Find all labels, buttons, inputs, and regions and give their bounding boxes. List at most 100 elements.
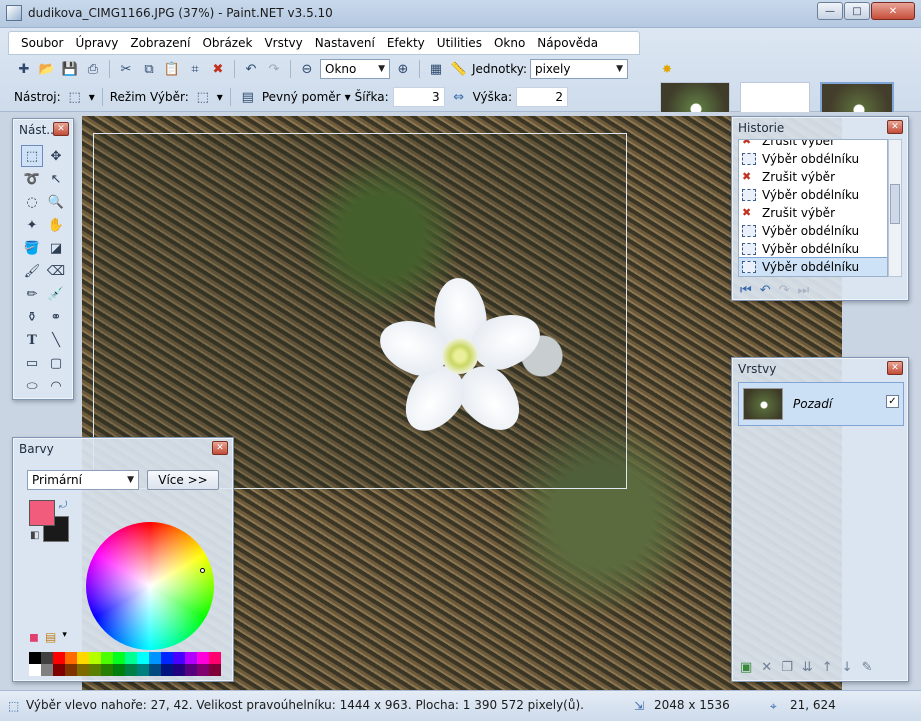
reset-colors-icon[interactable]: ◧ bbox=[30, 530, 39, 541]
palette-swatch[interactable] bbox=[113, 664, 125, 676]
menu-nastaveni[interactable]: Nastavení bbox=[309, 34, 381, 52]
freeform-shape-tool-icon[interactable]: ◠ bbox=[45, 375, 67, 397]
menu-upravy[interactable]: Úpravy bbox=[69, 34, 124, 52]
chevron-down-icon[interactable]: ▾ bbox=[62, 630, 67, 644]
paintbrush-tool-icon[interactable]: 🖌 bbox=[21, 260, 43, 282]
eraser-tool-icon[interactable]: ⌫ bbox=[45, 260, 67, 282]
cut-icon[interactable]: ✂ bbox=[116, 59, 136, 79]
pan-tool-icon[interactable]: ✋ bbox=[45, 214, 67, 236]
colors-panel-close-button[interactable]: ✕ bbox=[212, 441, 228, 455]
palette-swatch[interactable] bbox=[101, 664, 113, 676]
paint-bucket-tool-icon[interactable]: 🪣 bbox=[21, 237, 43, 259]
palette-menu-icon[interactable]: ▤ bbox=[45, 630, 56, 644]
print-icon[interactable]: ⎙ bbox=[83, 59, 103, 79]
history-item[interactable]: ✖ Zrušit výběr bbox=[739, 204, 887, 222]
rect-select-tool-icon[interactable]: ⬚ bbox=[21, 145, 43, 167]
ratio-dropdown-arrow[interactable]: ▾ bbox=[345, 90, 351, 104]
palette-swatch[interactable] bbox=[77, 652, 89, 664]
palette-swatch[interactable] bbox=[89, 652, 101, 664]
copy-icon[interactable]: ⧉ bbox=[139, 59, 159, 79]
zoom-tool-icon[interactable]: 🔍 bbox=[45, 191, 67, 213]
deselect-icon[interactable]: ✖ bbox=[208, 59, 228, 79]
palette-swatch[interactable] bbox=[149, 652, 161, 664]
history-item[interactable]: ✖ Zrušit výběr bbox=[739, 168, 887, 186]
swap-dimensions-icon[interactable]: ⇔ bbox=[449, 87, 469, 107]
history-item[interactable]: ✖ Zrušit výběr bbox=[739, 140, 887, 150]
merge-layer-icon[interactable]: ⇊ bbox=[802, 660, 813, 675]
menu-soubor[interactable]: Soubor bbox=[15, 34, 69, 52]
add-layer-icon[interactable]: ▣ bbox=[740, 660, 752, 675]
palette-swatch[interactable] bbox=[101, 652, 113, 664]
palette-swatch[interactable] bbox=[137, 664, 149, 676]
palette-swatch[interactable] bbox=[65, 664, 77, 676]
layer-properties-icon[interactable]: ✎ bbox=[862, 660, 873, 675]
save-icon[interactable]: 💾 bbox=[60, 59, 80, 79]
palette-swatch[interactable] bbox=[209, 664, 221, 676]
gradient-tool-icon[interactable]: ◪ bbox=[45, 237, 67, 259]
palette-swatch[interactable] bbox=[65, 652, 77, 664]
delete-layer-icon[interactable]: ✕ bbox=[761, 660, 772, 675]
layers-panel-close-button[interactable]: ✕ bbox=[887, 361, 903, 375]
history-panel-close-button[interactable]: ✕ bbox=[887, 120, 903, 134]
history-item[interactable]: Výběr obdélníku bbox=[739, 186, 887, 204]
clone-stamp-tool-icon[interactable]: ⚱ bbox=[21, 306, 43, 328]
swap-colors-icon[interactable]: ⤾ bbox=[59, 500, 67, 511]
maximize-button[interactable]: □ bbox=[844, 2, 870, 20]
menu-okno[interactable]: Okno bbox=[488, 34, 531, 52]
rewind-icon[interactable]: ⏮ bbox=[740, 283, 752, 298]
palette-swatch[interactable] bbox=[125, 664, 137, 676]
menu-napoveda[interactable]: Nápověda bbox=[531, 34, 604, 52]
lasso-tool-icon[interactable]: ➰ bbox=[21, 168, 43, 190]
undo-icon[interactable]: ↶ bbox=[241, 59, 261, 79]
palette-swatch[interactable] bbox=[29, 652, 41, 664]
palette-swatch[interactable] bbox=[89, 664, 101, 676]
history-item[interactable]: Výběr obdélníku bbox=[739, 150, 887, 168]
palette-swatch[interactable] bbox=[41, 664, 53, 676]
palette-swatch[interactable] bbox=[173, 652, 185, 664]
menu-utilities[interactable]: Utilities bbox=[431, 34, 488, 52]
ruler-icon[interactable]: 📏 bbox=[449, 59, 469, 79]
palette-swatch[interactable] bbox=[53, 652, 65, 664]
grid-icon[interactable]: ▦ bbox=[426, 59, 446, 79]
history-item[interactable]: Výběr obdélníku bbox=[739, 222, 887, 240]
new-file-icon[interactable]: ✚ bbox=[14, 59, 34, 79]
palette-swatch[interactable] bbox=[161, 664, 173, 676]
palette-swatch[interactable] bbox=[185, 652, 197, 664]
color-picker-tool-icon[interactable]: 💉 bbox=[45, 283, 67, 305]
duplicate-layer-icon[interactable]: ❐ bbox=[781, 660, 793, 675]
rect-select-icon[interactable]: ⬚ bbox=[65, 87, 85, 107]
palette-swatch[interactable] bbox=[173, 664, 185, 676]
ellipse-select-tool-icon[interactable]: ◌ bbox=[21, 191, 43, 213]
color-wheel-marker[interactable] bbox=[200, 568, 205, 573]
move-selection-tool-icon[interactable]: ✥ bbox=[45, 145, 67, 167]
palette-swatch[interactable] bbox=[209, 652, 221, 664]
palette-swatch[interactable] bbox=[113, 652, 125, 664]
selection-rectangle[interactable] bbox=[93, 133, 627, 489]
palette-swatch[interactable] bbox=[41, 652, 53, 664]
minimize-button[interactable]: — bbox=[817, 2, 843, 20]
palette-swatch[interactable] bbox=[161, 652, 173, 664]
palette-swatch[interactable] bbox=[185, 664, 197, 676]
crop-icon[interactable]: ⌗ bbox=[185, 59, 205, 79]
palette-swatch[interactable] bbox=[53, 664, 65, 676]
open-folder-icon[interactable]: 📂 bbox=[37, 59, 57, 79]
undo-icon[interactable]: ↶ bbox=[760, 283, 771, 298]
menu-obrazek[interactable]: Obrázek bbox=[196, 34, 258, 52]
ellipse-tool-icon[interactable]: ⬭ bbox=[21, 375, 43, 397]
tools-panel-close-button[interactable]: ✕ bbox=[53, 122, 69, 136]
more-colors-button[interactable]: Více >> bbox=[147, 470, 219, 490]
palette-swatch[interactable] bbox=[77, 664, 89, 676]
zoom-select[interactable]: Okno ▼ bbox=[320, 59, 390, 79]
color-wheel[interactable] bbox=[86, 522, 214, 650]
pencil-tool-icon[interactable]: ✏ bbox=[21, 283, 43, 305]
paste-icon[interactable]: 📋 bbox=[162, 59, 182, 79]
layer-item[interactable]: Pozadí ✓ bbox=[738, 382, 904, 426]
redo-icon[interactable]: ↷ bbox=[264, 59, 284, 79]
move-selected-tool-icon[interactable]: ↖ bbox=[45, 168, 67, 190]
layer-visibility-checkbox[interactable]: ✓ bbox=[886, 395, 899, 408]
zoom-in-icon[interactable]: ⊕ bbox=[393, 59, 413, 79]
history-scrollbar[interactable] bbox=[888, 139, 902, 277]
recolor-tool-icon[interactable]: ⚭ bbox=[45, 306, 67, 328]
width-input[interactable]: 3 bbox=[392, 87, 445, 107]
magic-wand-tool-icon[interactable]: ✦ bbox=[21, 214, 43, 236]
